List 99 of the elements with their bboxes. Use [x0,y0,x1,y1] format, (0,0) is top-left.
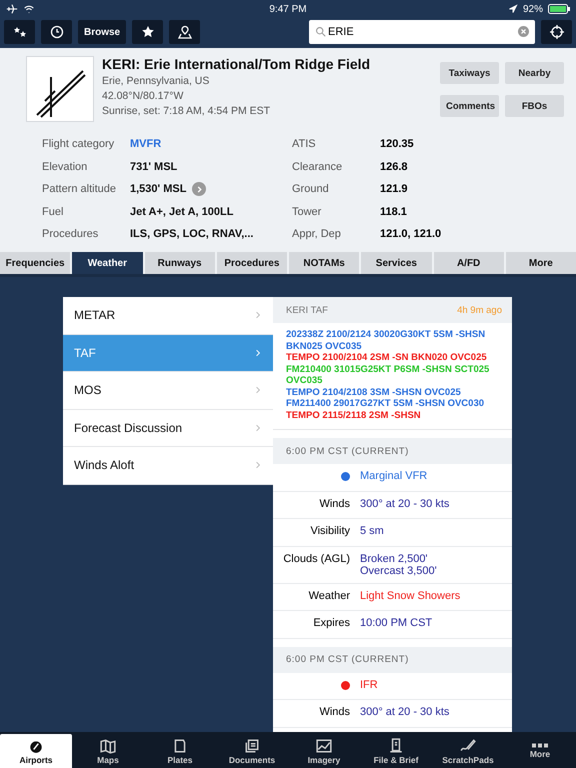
taf-age: 4h 9m ago [457,304,502,316]
info-label: Procedures [42,228,100,240]
airport-diagram-thumbnail[interactable] [26,56,94,122]
bottom-tab[interactable]: Documents [216,734,288,768]
forecast-value: Broken 2,500' [360,552,429,564]
info-label: Pattern altitude [42,183,117,196]
forecast-label: Clouds (AGL) [283,552,350,564]
taf-title: KERI TAF [286,304,328,316]
taf-line: TEMPO 2100/2104 2SM -SN BKN020 OVC025 [286,352,488,364]
section-tab[interactable]: Services [361,252,432,274]
forecast-label: Expires [313,617,350,629]
section-tab[interactable]: More [506,252,576,274]
forecast-label: Visibility [310,525,350,537]
taf-line: TEMPO 2115/2118 2SM -SHSN [286,410,422,421]
info-value: Jet A+, Jet A, 100LL [130,206,234,218]
taf-line: FM210400 31015G25KT P6SM -SHSN SCT025 OVC035 [286,364,490,386]
info-value: 1,530' MSL [130,183,186,196]
bottom-tab[interactable]: More [504,734,576,768]
clipboard-icon [388,738,404,754]
favorite-button[interactable] [132,20,164,44]
wifi-icon [23,3,35,15]
section-tab[interactable]: Procedures [216,252,287,274]
info-value: MVFR [130,138,162,150]
flight-category: Marginal VFR [360,470,428,482]
forecast-label: Weather [308,590,350,602]
section-tab[interactable]: Weather [72,252,142,274]
clear-icon[interactable] [518,26,529,37]
status-time: 9:47 PM [269,4,307,14]
document-icon [172,738,188,754]
frequency-label: ATIS [292,138,317,150]
browse-button[interactable]: Browse [78,20,126,44]
favorites-button[interactable] [4,20,35,44]
battery-percent: 92% [522,4,543,14]
forecast-label: Winds [319,706,350,718]
recent-button[interactable] [41,20,72,44]
chart-icon [316,738,332,754]
airport-title: KERI: Erie International/Tom Ridge Field [102,56,372,72]
forecast-period-header: 6:00 PM CST (CURRENT) [273,646,512,672]
bottom-tab[interactable]: Plates [144,734,216,768]
info-label: Fuel [42,206,64,218]
crosshair-icon [550,25,564,39]
section-tab[interactable]: Frequencies [0,252,70,274]
frequency-label: Tower [292,206,322,218]
flight-category: IFR [360,678,378,690]
bottom-tab[interactable]: Maps [72,734,144,768]
info-value: ILS, GPS, LOC, RNAV,... [130,228,254,240]
section-tab[interactable]: A/FD [434,252,504,274]
sunrise-sunset: Sunrise, set: 7:18 AM, 4:54 PM EST [102,105,272,117]
airport-location: Erie, Pennsylvania, US [102,75,210,87]
clock-icon [50,25,64,39]
airport-action-button[interactable]: Comments [440,95,499,117]
forecast-value: 10:00 PM CST [360,617,432,629]
taf-line: TEMPO 2104/2108 3SM -SHSN OVC025 [286,386,462,398]
frequency-value: 118.1 [380,206,407,218]
forecast-label: Winds [319,498,350,510]
airplane-icon [6,3,18,15]
frequency-label: Clearance [292,160,344,173]
airport-action-button[interactable]: FBOs [505,95,564,117]
bottom-tab[interactable]: Imagery [288,734,360,768]
frequency-value: 121.0, 121.0 [380,228,442,240]
documents-icon [244,738,260,754]
bottom-tab[interactable]: ScratchPads [432,734,504,768]
airport-action-button[interactable]: Taxiways [440,62,499,84]
map-icon [100,738,116,754]
location-button[interactable] [541,20,572,44]
pen-icon [460,738,476,754]
forecast-value: 300° at 20 - 30 kts [360,498,450,510]
search-icon [315,26,326,37]
battery-icon [548,4,570,14]
map-pin-icon [178,25,192,39]
location-arrow-icon [508,4,518,14]
more-icon [532,743,548,748]
frequency-value: 126.8 [380,160,408,173]
weather-menu-item[interactable]: Forecast Discussion [63,410,273,447]
frequency-label: Appr, Dep [292,228,342,240]
section-tab[interactable]: NOTAMs [289,252,360,274]
forecast-value: Light Snow Showers [360,590,460,602]
taf-line: FM211400 29017G27KT 5SM -SHSN OVC030 [286,398,486,410]
forecast-value: 300° at 20 - 30 kts [360,706,450,718]
forecast-period-header: 6:00 PM CST (CURRENT) [273,438,512,464]
frequency-label: Ground [292,183,330,196]
star-icon [140,25,155,39]
info-value: 731' MSL [130,160,178,173]
forecast-value: 5 sm [360,525,384,537]
frequency-value: 120.35 [380,138,414,150]
taf-line: 202338Z 2100/2124 30020G30KT 5SM -SHSN BKN025 OVC035 [286,329,486,352]
bottom-tab[interactable]: Airports [0,734,72,768]
airport-action-button[interactable]: Nearby [505,62,564,84]
search-field[interactable]: ERIE [309,20,535,44]
section-tab[interactable]: Runways [144,252,215,274]
frequency-value: 121.9 [380,183,408,196]
stars-icon [12,25,26,39]
info-label: Elevation [42,160,88,173]
info-label: Flight category [42,138,116,150]
airport-coordinates: 42.08°N/80.17°W [102,90,184,102]
bottom-tab[interactable]: File & Brief [360,734,432,768]
forecast-value: Overcast 3,500' [360,564,437,576]
map-pin-button[interactable] [169,20,200,44]
detail-button[interactable] [192,182,206,196]
